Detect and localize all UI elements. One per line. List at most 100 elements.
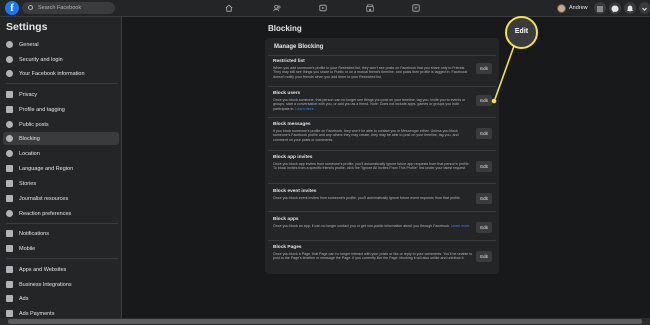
reaction-icon [6, 210, 13, 217]
business-icon [6, 281, 13, 288]
sidebar-item-label: Ads Payments [19, 310, 55, 317]
search-icon [28, 5, 33, 10]
section-title: Block Pages [273, 245, 302, 250]
section-title: Block event invites [273, 189, 317, 194]
block-event-invites-section: Block event invites Once you block event… [273, 189, 473, 200]
section-title: Block app invites [273, 155, 313, 160]
learn-more-link[interactable]: Learn more [295, 107, 313, 111]
block-event-invites-edit-button[interactable]: Edit [476, 193, 492, 204]
block-apps-section: Block apps Once you block an app, it can… [273, 217, 473, 228]
sidebar-item-stories[interactable]: Stories [3, 177, 119, 190]
section-title: Block messages [273, 122, 311, 127]
sidebar-item-blocking[interactable]: Blocking [3, 132, 119, 145]
sidebar-title: Settings [6, 21, 48, 33]
restricted-list-edit-button[interactable]: Edit [476, 63, 492, 74]
sidebar-item-journalist[interactable]: Journalist resources [3, 192, 119, 205]
sidebar-item-label: Public posts [19, 121, 49, 128]
friends-icon[interactable] [273, 4, 281, 12]
sidebar-item-reaction[interactable]: Reaction preferences [3, 207, 119, 220]
sidebar-item-security[interactable]: Security and login [3, 53, 119, 66]
block-app-invites-section: Block app invites Once you block app inv… [273, 155, 473, 171]
edit-callout: Edit [505, 16, 538, 49]
card-divider [268, 183, 496, 184]
section-description: Once you block a Page, that Page can no … [273, 252, 473, 261]
grid-menu-icon [597, 6, 603, 12]
sidebar-item-privacy[interactable]: Privacy [3, 88, 119, 101]
sidebar-item-label: Language and Region [19, 165, 74, 172]
sidebar-item-ads[interactable]: Ads [3, 292, 119, 305]
card-divider [268, 150, 496, 151]
restricted-list-section: Restricted list When you add someone's p… [273, 59, 473, 79]
card-divider [268, 240, 496, 241]
sidebar-divider [6, 83, 118, 84]
page-title: Blocking [268, 24, 302, 33]
section-description: Once you block an app, it can no longer … [273, 224, 473, 228]
notifications-button[interactable] [624, 2, 636, 14]
sidebar-item-facebook-information[interactable]: Your Facebook information [3, 67, 119, 80]
block-users-edit-button[interactable]: Edit [476, 95, 492, 106]
section-description-text: Once you block an app, it can no longer … [273, 224, 451, 228]
section-description-text: Once you block event invites from someon… [273, 196, 461, 200]
sidebar-item-label: Ads [19, 295, 29, 302]
sidebar-item-general[interactable]: General [3, 38, 119, 51]
stories-icon [6, 180, 13, 187]
sidebar-item-label: General [19, 41, 39, 48]
account-button[interactable] [639, 2, 650, 14]
messenger-button[interactable] [609, 2, 621, 14]
gaming-icon[interactable] [412, 4, 420, 12]
horizontal-scrollbar[interactable] [0, 318, 650, 325]
sidebar-item-label: Business Integrations [19, 281, 72, 288]
search-input[interactable]: Search Facebook [22, 2, 115, 14]
facebook-icon [6, 70, 13, 77]
block-app-invites-edit-button[interactable]: Edit [476, 161, 492, 172]
sidebar-item-location[interactable]: Location [3, 147, 119, 160]
section-description-text: When you add someone's profile to your R… [273, 66, 468, 79]
sidebar-item-label: Profile and tagging [19, 106, 65, 113]
menu-button[interactable] [594, 2, 606, 14]
blocking-icon [6, 135, 13, 142]
block-messages-edit-button[interactable]: Edit [476, 128, 492, 139]
card-divider [268, 55, 496, 56]
marketplace-icon[interactable] [366, 4, 374, 12]
sidebar-item-language[interactable]: Language and Region [3, 162, 119, 175]
watch-icon[interactable] [319, 4, 327, 12]
block-pages-edit-button[interactable]: Edit [476, 251, 492, 262]
section-description: If you block someone's profile on Facebo… [273, 129, 473, 142]
card-divider [268, 117, 496, 118]
sidebar-item-apps-websites[interactable]: Apps and Websites [3, 263, 119, 276]
sidebar-item-label: Location [19, 150, 40, 157]
sidebar-item-mobile[interactable]: Mobile [3, 242, 119, 255]
scrollbar-thumb[interactable] [8, 319, 642, 324]
home-icon[interactable] [225, 4, 233, 12]
sidebar-divider [6, 258, 118, 259]
sidebar-item-label: Mobile [19, 245, 36, 252]
profile-name: Andrew [569, 5, 588, 11]
manage-blocking-card: Manage Blocking Restricted list When you… [265, 38, 499, 274]
location-icon [6, 150, 13, 157]
section-description-text: If you block someone's profile on Facebo… [273, 129, 459, 142]
section-title: Restricted list [273, 59, 305, 64]
section-description-text: Once you block a Page, that Page can no … [273, 252, 473, 261]
sidebar-item-label: Apps and Websites [19, 266, 67, 273]
journalist-icon [6, 195, 13, 202]
facebook-logo[interactable]: f [5, 1, 19, 15]
learn-more-link[interactable]: Learn more [451, 224, 469, 228]
sidebar-divider [6, 223, 118, 224]
section-description-text: Once you block app invites from someone'… [273, 162, 470, 171]
chevron-down-icon [642, 7, 647, 12]
bell-icon [6, 230, 13, 237]
sidebar-item-label: Reaction preferences [19, 210, 72, 217]
sidebar-item-public-posts[interactable]: Public posts [3, 118, 119, 131]
sidebar-item-profile-tagging[interactable]: Profile and tagging [3, 103, 119, 116]
block-apps-edit-button[interactable]: Edit [476, 222, 492, 233]
payments-icon [6, 310, 13, 317]
sidebar-item-business[interactable]: Business Integrations [3, 278, 119, 291]
search-placeholder: Search Facebook [38, 5, 82, 11]
profile-button[interactable]: Andrew [557, 2, 588, 14]
block-messages-section: Block messages If you block someone's pr… [273, 122, 473, 142]
sidebar-item-label: Security and login [19, 56, 63, 63]
mobile-icon [6, 245, 13, 252]
tag-icon [6, 106, 13, 113]
sidebar-item-notifications[interactable]: Notifications [3, 227, 119, 240]
shield-icon [6, 56, 13, 63]
